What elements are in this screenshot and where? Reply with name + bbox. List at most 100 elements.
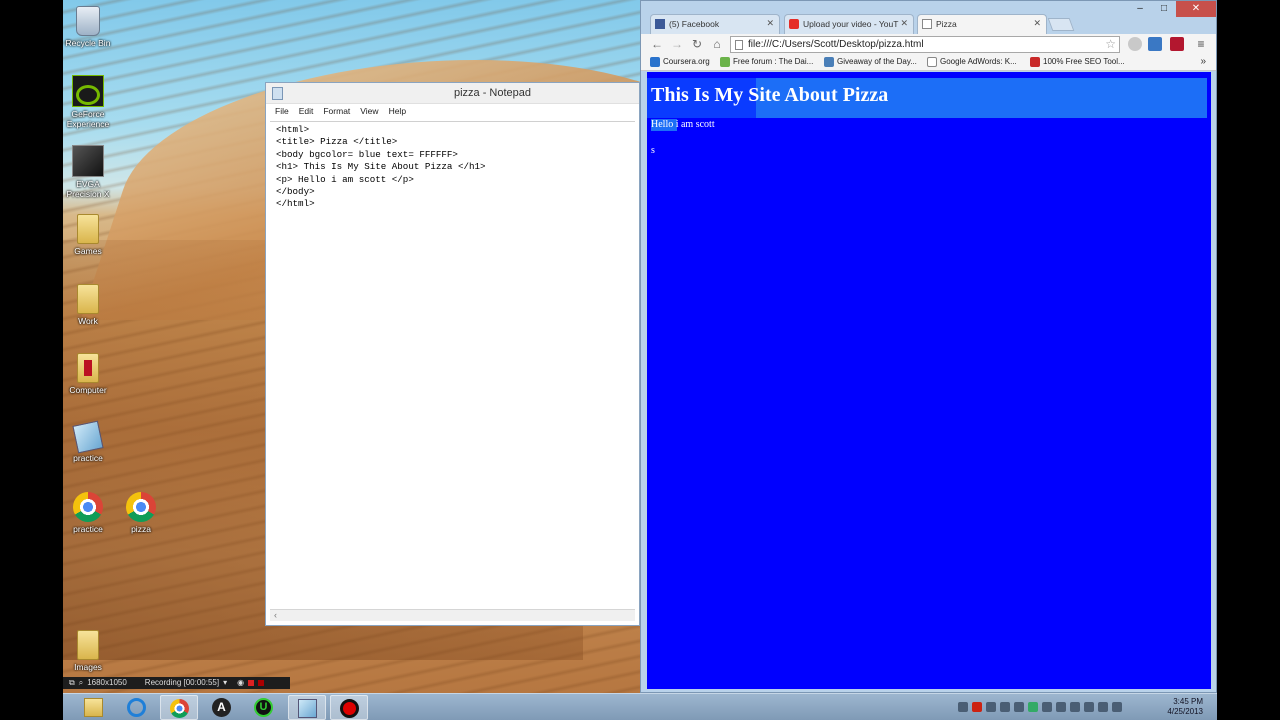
bookmarks-overflow-button[interactable]: » bbox=[1200, 56, 1206, 67]
desktop-icon-practice-html[interactable]: practice bbox=[63, 492, 116, 534]
taskbar-clock[interactable]: 3:45 PM 4/25/2013 bbox=[1167, 697, 1203, 717]
folder-icon bbox=[77, 630, 99, 660]
recorder-dropdown-icon[interactable]: ▾ bbox=[223, 677, 227, 689]
extension-icon[interactable] bbox=[1148, 37, 1162, 51]
notepad-horizontal-scrollbar[interactable]: ‹ bbox=[270, 609, 635, 621]
taskbar-app-u[interactable]: U bbox=[245, 695, 283, 720]
tab-facebook[interactable]: (5) Facebook ✕ bbox=[650, 14, 780, 34]
recorder-zoom-icon[interactable]: ⌕ bbox=[79, 677, 83, 689]
minimize-icon[interactable]: – bbox=[1128, 1, 1152, 17]
tray-icon[interactable] bbox=[986, 702, 996, 712]
desktop-icon-pizza-html[interactable]: pizza bbox=[113, 492, 169, 534]
tray-icon[interactable] bbox=[1000, 702, 1010, 712]
letterbox-left bbox=[0, 0, 63, 720]
desktop-icon-computer[interactable]: Computer bbox=[63, 353, 116, 395]
tab-pizza[interactable]: Pizza ✕ bbox=[917, 14, 1047, 34]
coursera-icon bbox=[650, 57, 660, 67]
notepad-text-area[interactable]: <html> <title> Pizza </title> <body bgco… bbox=[270, 121, 635, 609]
record-icon bbox=[340, 699, 359, 718]
forward-icon[interactable]: → bbox=[669, 36, 685, 52]
desktop-icon-geforce[interactable]: GeForce Experience bbox=[63, 75, 116, 129]
desktop-icon-label: Computer bbox=[69, 385, 107, 395]
menu-help[interactable]: Help bbox=[389, 106, 406, 116]
desktop-icon-games[interactable]: Games bbox=[63, 214, 116, 256]
desktop-icon-evga[interactable]: EVGA Precision X bbox=[63, 145, 116, 199]
camera-icon[interactable]: ◉ bbox=[237, 677, 244, 689]
tray-icon[interactable] bbox=[1042, 702, 1052, 712]
clock-time: 3:45 PM bbox=[1173, 697, 1203, 706]
internet-explorer-icon bbox=[127, 698, 146, 717]
menu-view[interactable]: View bbox=[360, 106, 378, 116]
desktop-icon-recycle-bin[interactable]: Recycle Bin bbox=[63, 6, 116, 48]
chrome-icon bbox=[73, 492, 103, 522]
taskbar-ie[interactable] bbox=[118, 695, 156, 720]
recorder-status: Recording [00:00:55] bbox=[144, 678, 220, 687]
recorder-window-icon[interactable]: ⧉ bbox=[69, 677, 75, 689]
new-tab-button[interactable] bbox=[1047, 18, 1075, 31]
record-icon[interactable] bbox=[248, 680, 255, 686]
menu-icon[interactable]: ≡ bbox=[1193, 36, 1209, 52]
bookmark-giveaway[interactable]: Giveaway of the Day... bbox=[824, 57, 917, 67]
tray-icon[interactable] bbox=[958, 702, 968, 712]
flag-icon[interactable] bbox=[1084, 702, 1094, 712]
tab-close-icon[interactable]: ✕ bbox=[766, 18, 774, 29]
desktop-icon-label: pizza bbox=[131, 524, 151, 534]
tab-close-icon[interactable]: ✕ bbox=[900, 18, 908, 29]
taskbar-app-a[interactable]: A bbox=[203, 695, 241, 720]
maximize-icon[interactable]: □ bbox=[1152, 1, 1176, 17]
scroll-left-icon[interactable]: ‹ bbox=[274, 610, 277, 620]
youtube-icon bbox=[789, 19, 799, 29]
tab-label: Upload your video - YouT bbox=[803, 19, 899, 29]
tray-icon[interactable] bbox=[1070, 702, 1080, 712]
menu-format[interactable]: Format bbox=[323, 106, 350, 116]
clock-date: 4/25/2013 bbox=[1167, 707, 1203, 716]
lastpass-icon[interactable] bbox=[1170, 37, 1184, 51]
folder-icon bbox=[84, 698, 103, 717]
desktop-icon-images[interactable]: Images bbox=[63, 630, 116, 672]
bookmark-adwords[interactable]: Google AdWords: K... bbox=[927, 57, 1017, 67]
volume-icon[interactable] bbox=[1112, 702, 1122, 712]
taskbar-explorer[interactable] bbox=[75, 695, 113, 720]
address-bar[interactable]: file:///C:/Users/Scott/Desktop/pizza.htm… bbox=[730, 36, 1120, 53]
letter-u-icon: U bbox=[254, 698, 273, 717]
desktop-icon-label: practice bbox=[73, 453, 103, 463]
notepad-titlebar[interactable]: pizza - Notepad bbox=[266, 83, 639, 104]
bookmark-free-forum[interactable]: Free forum : The Dai... bbox=[720, 57, 814, 67]
network-icon[interactable] bbox=[1098, 702, 1108, 712]
page-paragraph: Hello i am scott bbox=[651, 119, 715, 130]
google-icon bbox=[927, 57, 937, 67]
tray-record-icon[interactable] bbox=[972, 702, 982, 712]
desktop-icon-label: Work bbox=[78, 316, 98, 326]
bookmark-star-icon[interactable]: ☆ bbox=[1105, 37, 1116, 51]
bookmark-label: Free forum : The Dai... bbox=[733, 57, 814, 66]
tab-youtube[interactable]: Upload your video - YouT ✕ bbox=[784, 14, 914, 34]
taskbar-chrome[interactable] bbox=[160, 695, 198, 720]
browser-window[interactable]: – □ ✕ (5) Facebook ✕ Upload your video -… bbox=[640, 0, 1217, 693]
page-stray-text: s bbox=[651, 145, 655, 156]
bookmark-coursera[interactable]: Coursera.org bbox=[650, 57, 710, 67]
tray-icon[interactable] bbox=[1056, 702, 1066, 712]
taskbar-recorder[interactable] bbox=[330, 695, 368, 720]
tray-icon[interactable] bbox=[1028, 702, 1038, 712]
tab-close-icon[interactable]: ✕ bbox=[1033, 18, 1041, 29]
geforce-icon bbox=[72, 75, 104, 107]
bookmarks-bar: Coursera.org Free forum : The Dai... Giv… bbox=[641, 54, 1216, 71]
extension-search-icon[interactable] bbox=[1128, 37, 1142, 51]
bookmark-seo-tools[interactable]: 100% Free SEO Tool... bbox=[1030, 57, 1125, 67]
desktop-icon-practice-txt[interactable]: practice bbox=[63, 420, 116, 463]
letter-a-icon: A bbox=[212, 698, 231, 717]
stop-icon[interactable] bbox=[258, 680, 265, 686]
reload-icon[interactable]: ↻ bbox=[689, 36, 705, 52]
notepad-window[interactable]: pizza - Notepad File Edit Format View He… bbox=[265, 82, 640, 626]
desktop-icon-work[interactable]: Work bbox=[63, 284, 116, 326]
taskbar-notepad[interactable] bbox=[288, 695, 326, 720]
home-icon[interactable]: ⌂ bbox=[709, 36, 725, 52]
back-icon[interactable]: ← bbox=[649, 36, 665, 52]
chrome-icon bbox=[126, 492, 156, 522]
tray-icon[interactable] bbox=[1014, 702, 1024, 712]
menu-file[interactable]: File bbox=[275, 106, 289, 116]
tab-label: (5) Facebook bbox=[669, 19, 720, 29]
menu-edit[interactable]: Edit bbox=[299, 106, 314, 116]
bookmark-label: Google AdWords: K... bbox=[940, 57, 1017, 66]
close-icon[interactable]: ✕ bbox=[1176, 1, 1216, 17]
